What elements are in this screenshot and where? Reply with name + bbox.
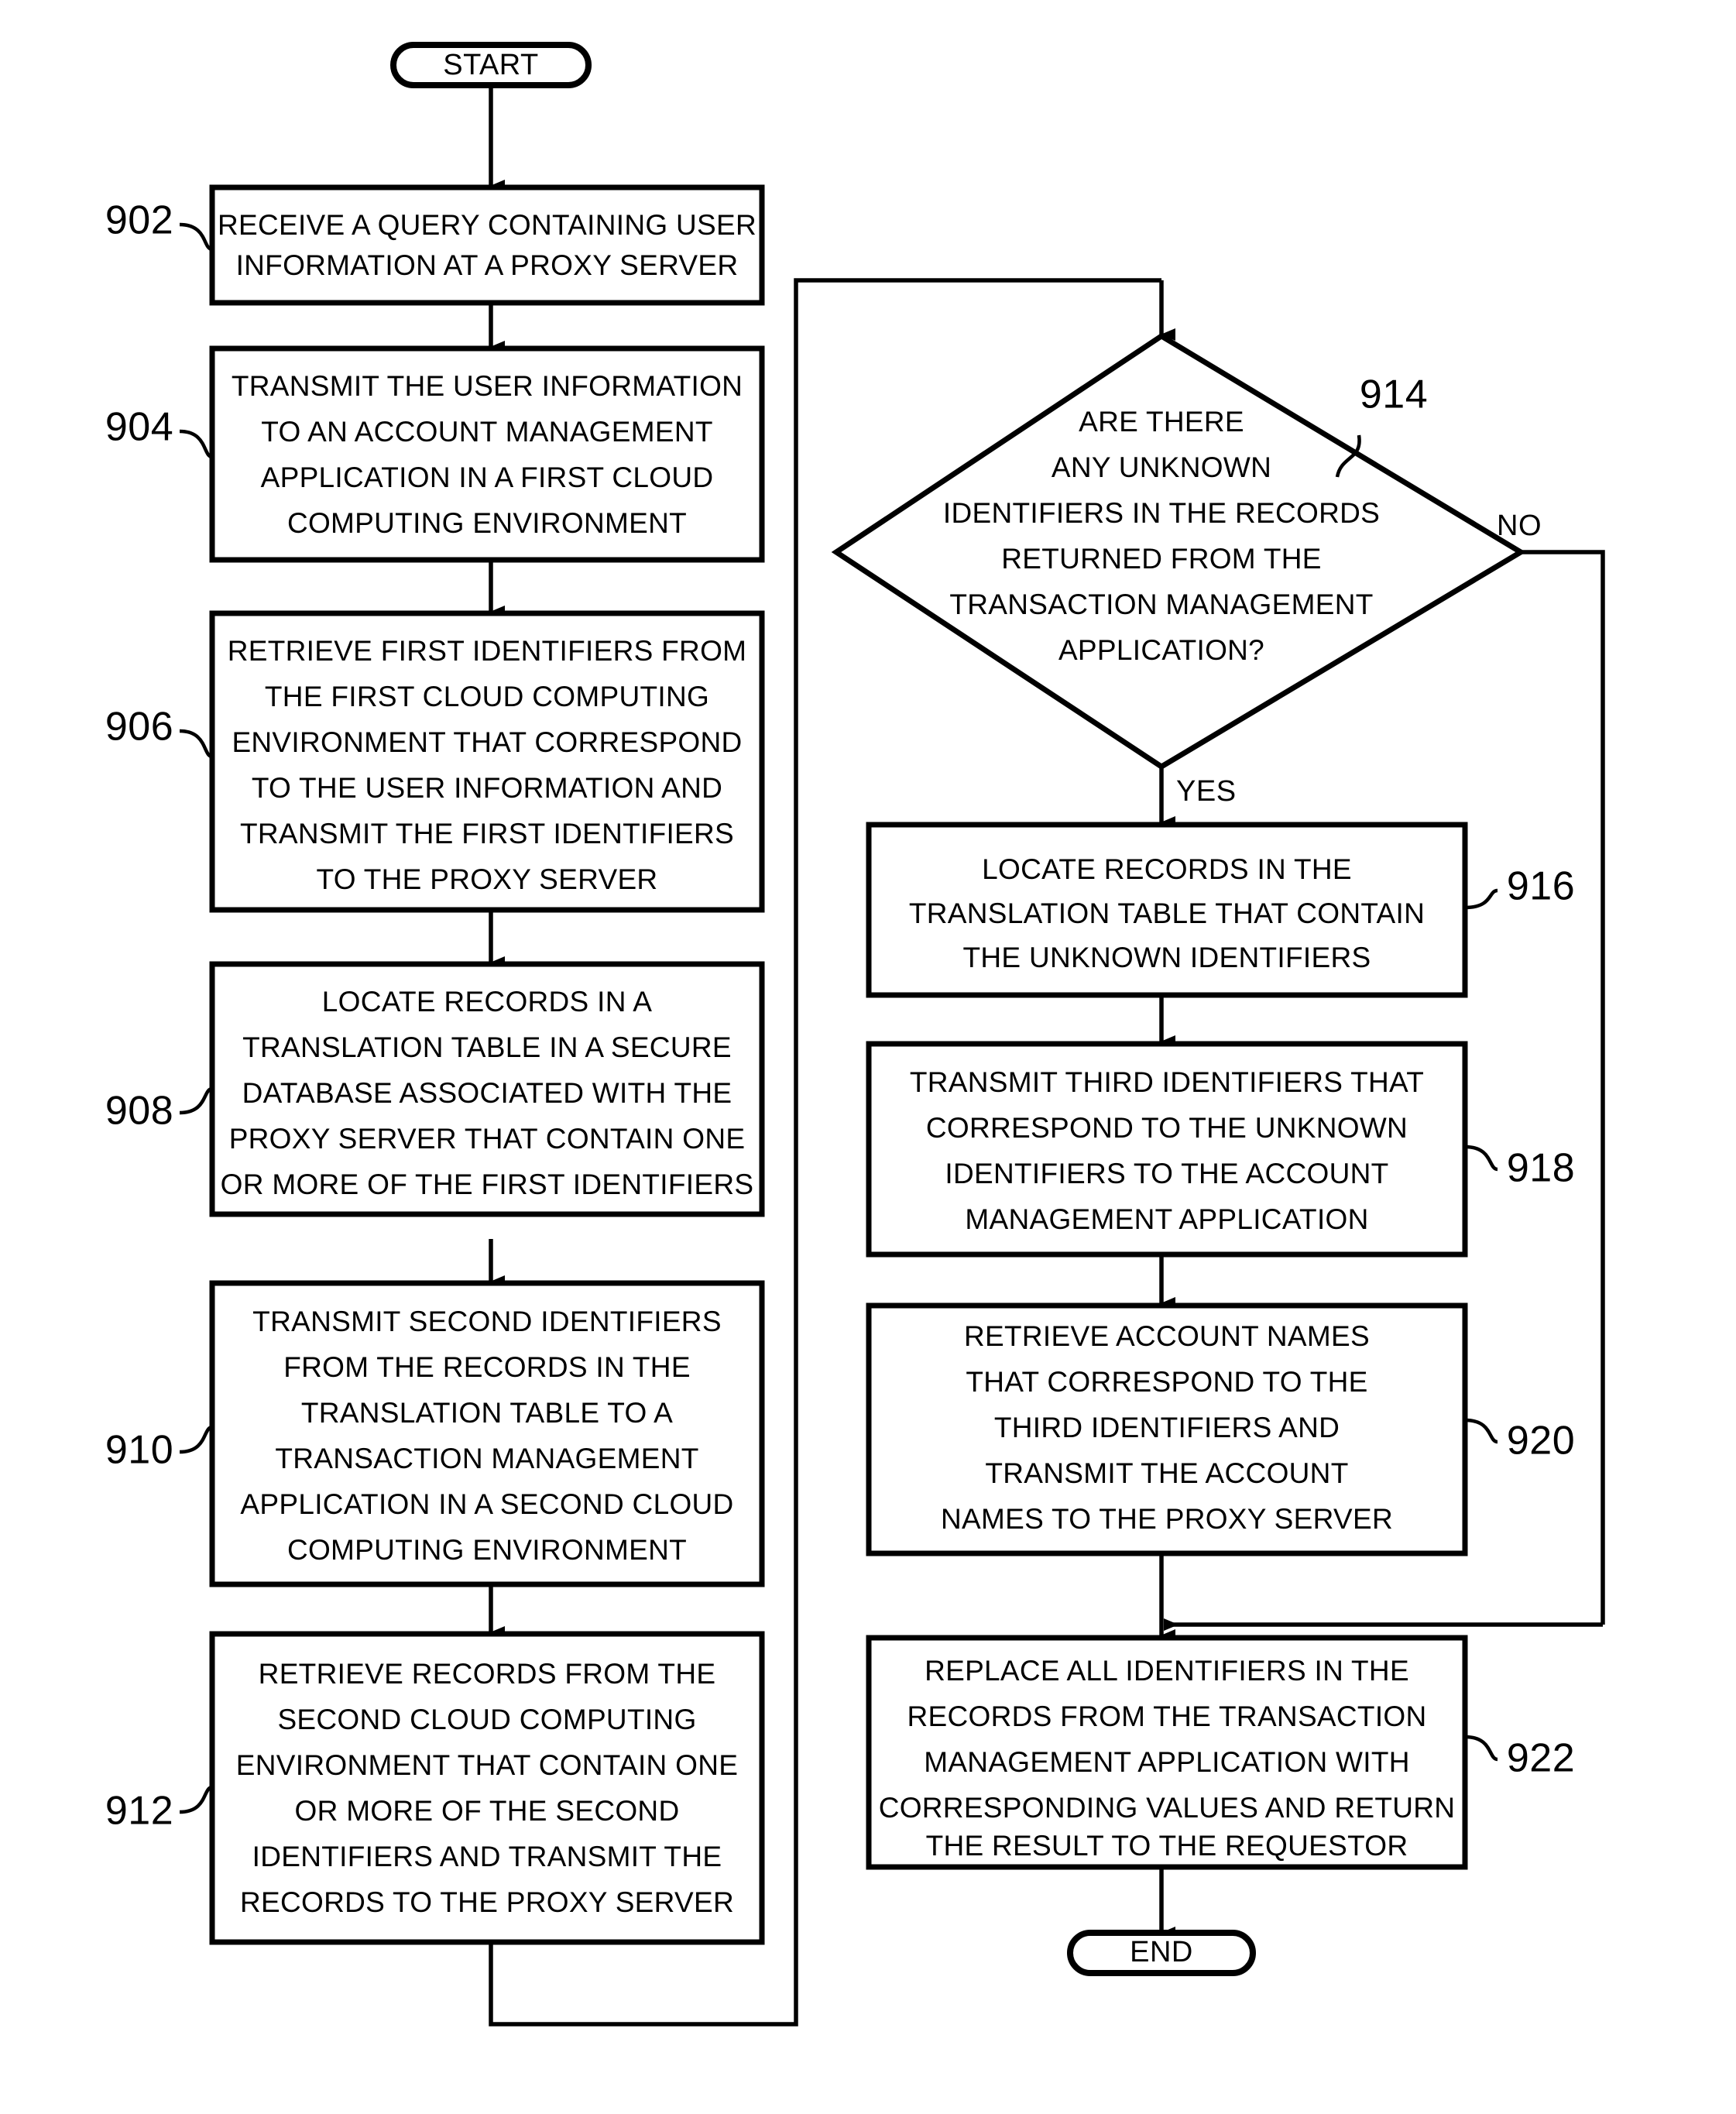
step-904-line-2: TO AN ACCOUNT MANAGEMENT — [261, 416, 713, 448]
step-918-line-3: IDENTIFIERS TO THE ACCOUNT — [945, 1158, 1388, 1189]
step-box-904: TRANSMIT THE USER INFORMATION TO AN ACCO… — [209, 345, 765, 563]
ref-leader-922: 922 — [1464, 1735, 1575, 1781]
step-918-line-4: MANAGEMENT APPLICATION — [965, 1203, 1368, 1235]
step-box-922: REPLACE ALL IDENTIFIERS IN THE RECORDS F… — [866, 1635, 1468, 1870]
ref-leader-920: 920 — [1464, 1419, 1575, 1464]
branch-label-no: NO — [1497, 510, 1542, 542]
step-916-line-1: LOCATE RECORDS IN THE — [982, 853, 1352, 885]
step-914-line-5: TRANSACTION MANAGEMENT — [949, 589, 1373, 620]
step-908-line-3: DATABASE ASSOCIATED WITH THE — [242, 1077, 732, 1109]
step-920-line-5: NAMES TO THE PROXY SERVER — [941, 1503, 1393, 1535]
step-904-line-4: COMPUTING ENVIRONMENT — [287, 507, 687, 539]
step-922-line-3: MANAGEMENT APPLICATION WITH — [924, 1746, 1410, 1778]
step-904-line-3: APPLICATION IN A FIRST CLOUD — [261, 462, 714, 493]
flowchart-sheet: START END RECEIVE A QUERY CONTAINING USE… — [0, 0, 1736, 2114]
ref-leader-904: 904 — [105, 405, 213, 459]
step-922-line-2: RECORDS FROM THE TRANSACTION — [907, 1700, 1426, 1732]
step-box-920: RETRIEVE ACCOUNT NAMES THAT CORRESPOND T… — [866, 1302, 1468, 1556]
step-914-line-6: APPLICATION? — [1058, 634, 1264, 666]
step-910-line-3: TRANSLATION TABLE TO A — [301, 1397, 673, 1429]
step-906-line-4: TO THE USER INFORMATION AND — [252, 772, 722, 804]
step-912-line-3: ENVIRONMENT THAT CONTAIN ONE — [236, 1749, 738, 1781]
ref-number-916: 916 — [1507, 864, 1575, 909]
step-910-line-1: TRANSMIT SECOND IDENTIFIERS — [252, 1306, 722, 1337]
ref-leader-906: 906 — [105, 705, 213, 759]
step-912-line-1: RETRIEVE RECORDS FROM THE — [259, 1658, 716, 1690]
ref-number-908: 908 — [105, 1089, 173, 1134]
step-box-906: RETRIEVE FIRST IDENTIFIERS FROM THE FIRS… — [209, 610, 765, 913]
step-box-912: RETRIEVE RECORDS FROM THE SECOND CLOUD C… — [209, 1631, 765, 1945]
step-920-line-2: THAT CORRESPOND TO THE — [966, 1366, 1367, 1398]
step-918-line-1: TRANSMIT THIRD IDENTIFIERS THAT — [910, 1066, 1424, 1098]
step-910-line-5: APPLICATION IN A SECOND CLOUD — [240, 1488, 733, 1520]
step-918-line-2: CORRESPOND TO THE UNKNOWN — [926, 1112, 1408, 1144]
branch-label-yes: YES — [1176, 775, 1237, 808]
ref-leader-918: 918 — [1464, 1145, 1575, 1191]
step-914-line-2: ANY UNKNOWN — [1052, 451, 1271, 483]
step-914-line-3: IDENTIFIERS IN THE RECORDS — [943, 497, 1380, 529]
step-912-line-4: OR MORE OF THE SECOND — [295, 1795, 680, 1827]
ref-number-920: 920 — [1507, 1419, 1575, 1464]
ref-number-904: 904 — [105, 405, 173, 450]
ref-leader-902: 902 — [105, 198, 213, 252]
flowchart-canvas: START END RECEIVE A QUERY CONTAINING USE… — [105, 42, 1605, 2026]
step-box-916: LOCATE RECORDS IN THE TRANSLATION TABLE … — [866, 822, 1468, 998]
ref-leader-908: 908 — [105, 1086, 213, 1134]
ref-leader-910: 910 — [105, 1425, 213, 1473]
step-920-line-4: TRANSMIT THE ACCOUNT — [985, 1457, 1348, 1489]
step-920-line-3: THIRD IDENTIFIERS AND — [994, 1412, 1340, 1443]
step-906-line-6: TO THE PROXY SERVER — [317, 863, 658, 895]
step-912-line-6: RECORDS TO THE PROXY SERVER — [240, 1886, 734, 1918]
ref-number-918: 918 — [1507, 1146, 1575, 1191]
step-908-line-5: OR MORE OF THE FIRST IDENTIFIERS — [221, 1169, 754, 1200]
ref-leader-916: 916 — [1464, 864, 1575, 910]
step-914-line-1: ARE THERE — [1079, 406, 1244, 438]
step-902-line-2: INFORMATION AT A PROXY SERVER — [236, 249, 739, 281]
step-box-908: LOCATE RECORDS IN A TRANSLATION TABLE IN… — [209, 961, 765, 1217]
terminal-end: END — [1067, 1930, 1256, 1976]
step-922-line-1: REPLACE ALL IDENTIFIERS IN THE — [925, 1655, 1409, 1687]
step-922-line-4: CORRESPONDING VALUES AND RETURN — [879, 1792, 1456, 1824]
step-906-line-5: TRANSMIT THE FIRST IDENTIFIERS — [240, 818, 734, 849]
step-910-line-6: COMPUTING ENVIRONMENT — [287, 1534, 687, 1566]
step-904-line-1: TRANSMIT THE USER INFORMATION — [232, 370, 743, 402]
step-908-line-2: TRANSLATION TABLE IN A SECURE — [242, 1031, 732, 1063]
step-920-line-1: RETRIEVE ACCOUNT NAMES — [964, 1320, 1370, 1352]
terminal-end-label: END — [1130, 1936, 1193, 1968]
terminal-start-label: START — [443, 49, 539, 81]
step-908-line-4: PROXY SERVER THAT CONTAIN ONE — [229, 1123, 746, 1155]
step-916-line-3: THE UNKNOWN IDENTIFIERS — [963, 942, 1371, 973]
step-910-line-2: FROM THE RECORDS IN THE — [283, 1351, 691, 1383]
step-916-line-2: TRANSLATION TABLE THAT CONTAIN — [909, 897, 1425, 929]
step-912-line-2: SECOND CLOUD COMPUTING — [277, 1704, 696, 1735]
step-box-910: TRANSMIT SECOND IDENTIFIERS FROM THE REC… — [209, 1280, 765, 1587]
step-906-line-2: THE FIRST CLOUD COMPUTING — [265, 681, 709, 712]
ref-number-912: 912 — [105, 1789, 173, 1834]
ref-number-910: 910 — [105, 1428, 173, 1473]
ref-number-902: 902 — [105, 198, 173, 243]
step-912-line-5: IDENTIFIERS AND TRANSMIT THE — [252, 1841, 722, 1872]
step-906-line-1: RETRIEVE FIRST IDENTIFIERS FROM — [228, 635, 747, 667]
step-box-918: TRANSMIT THIRD IDENTIFIERS THAT CORRESPO… — [866, 1041, 1468, 1258]
terminal-start: START — [390, 42, 592, 88]
ref-number-906: 906 — [105, 705, 173, 750]
step-906-line-3: ENVIRONMENT THAT CORRESPOND — [232, 726, 742, 758]
step-902-line-1: RECEIVE A QUERY CONTAINING USER — [218, 209, 756, 241]
step-908-line-1: LOCATE RECORDS IN A — [322, 986, 653, 1018]
step-914-line-4: RETURNED FROM THE — [1001, 543, 1321, 575]
step-922-line-5: THE RESULT TO THE REQUESTOR — [926, 1830, 1408, 1862]
ref-number-922: 922 — [1507, 1736, 1575, 1781]
step-910-line-4: TRANSACTION MANAGEMENT — [275, 1443, 698, 1474]
step-box-902: RECEIVE A QUERY CONTAINING USER INFORMAT… — [209, 184, 765, 306]
ref-number-914: 914 — [1360, 372, 1428, 417]
ref-leader-912: 912 — [105, 1785, 213, 1834]
